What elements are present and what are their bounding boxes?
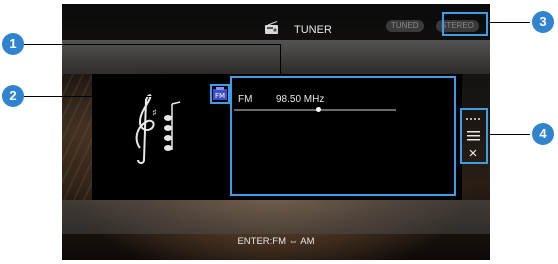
tuned-badge: TUNED (386, 20, 424, 32)
band-icon: FM (213, 87, 227, 100)
callout-1: 1 (2, 33, 24, 55)
close-icon[interactable] (469, 149, 477, 157)
list-icon[interactable] (467, 131, 480, 141)
callout-line-1 (24, 44, 280, 45)
callout-2: 2 (2, 85, 24, 107)
frequency-highlight (230, 76, 456, 196)
tuner-panel: ♯ FM FM 98.50 MHz (92, 74, 462, 200)
enter-hint: ENTER:FM ⇔ AM (237, 236, 315, 247)
band-label: FM (238, 94, 253, 105)
callout-line-2 (24, 96, 210, 97)
tuning-slider-thumb[interactable] (316, 107, 321, 112)
callout-4: 4 (532, 123, 554, 145)
callout-line-4 (490, 134, 530, 135)
tuning-slider[interactable] (234, 109, 396, 111)
ellipsis-icon[interactable] (466, 118, 480, 120)
callout-line-1-drop (280, 44, 281, 76)
tuner-icon (265, 21, 278, 34)
status-badges-highlight (442, 12, 488, 36)
source-label: TUNER (294, 24, 332, 36)
frequency-label: 98.50 MHz (276, 94, 325, 105)
svg-text:♯: ♯ (152, 108, 157, 119)
side-menu (460, 108, 488, 164)
header-bar: TUNER TUNED STEREO (62, 4, 490, 38)
music-note-icon: ♯ (135, 94, 181, 164)
background-band-bottom (62, 200, 490, 234)
svg-text:FM: FM (215, 92, 225, 100)
background-band-top (62, 40, 490, 74)
callout-3: 3 (532, 11, 554, 33)
callout-line-3 (490, 22, 530, 23)
tuner-screen: TUNER TUNED STEREO ♯ FM FM 98.50 MHz ENT… (62, 4, 490, 260)
